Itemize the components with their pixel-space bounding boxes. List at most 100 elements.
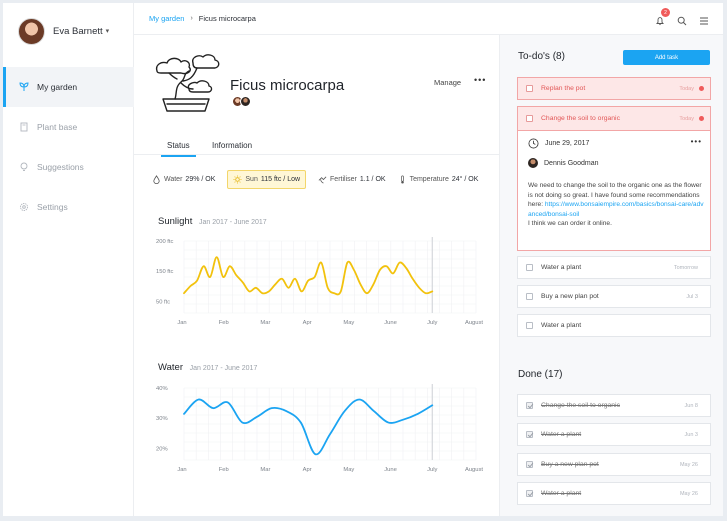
task-detail: June 29, 2017 ••• Dennis Goodman We need… bbox=[517, 131, 711, 251]
user-menu[interactable]: Eva Barnett ▾ bbox=[18, 17, 109, 45]
thermometer-icon bbox=[400, 175, 404, 184]
search-button[interactable] bbox=[677, 13, 687, 26]
todo-item[interactable]: Water a plant Tomorrow bbox=[517, 256, 711, 279]
task-date: Today bbox=[679, 115, 694, 122]
stat-value: 29% / OK bbox=[185, 176, 216, 183]
series-line bbox=[183, 256, 434, 296]
sidebar-nav: My garden Plant base Suggestions Setting… bbox=[3, 67, 134, 227]
stat-value: 1.1 / OK bbox=[359, 176, 386, 183]
add-task-button[interactable]: Add task bbox=[623, 50, 710, 65]
sidebar-item-settings[interactable]: Settings bbox=[3, 187, 134, 227]
chart-subtitle: Jan 2017 - June 2017 bbox=[189, 365, 258, 372]
todo-item[interactable]: Buy a new plan pot Jul 3 bbox=[517, 285, 711, 308]
manage-button[interactable]: Manage bbox=[434, 78, 461, 87]
menu-button[interactable] bbox=[699, 13, 709, 25]
more-options-icon[interactable]: ••• bbox=[474, 75, 486, 85]
task-checkbox-checked[interactable] bbox=[526, 490, 533, 497]
x-tick-label: Mar bbox=[260, 467, 270, 473]
done-item[interactable]: Buy a new plan pot May 26 bbox=[517, 453, 711, 476]
done-item[interactable]: Change the soil to organic Jun 8 bbox=[517, 394, 711, 417]
task-detail-text: We need to change the soil to the organi… bbox=[528, 181, 704, 229]
todo-item[interactable]: Replan the pot Today bbox=[517, 77, 711, 100]
task-checkbox[interactable] bbox=[526, 264, 533, 271]
task-date: Jul 3 bbox=[686, 293, 698, 300]
task-checkbox-checked[interactable] bbox=[526, 431, 533, 438]
task-label: Water a plant bbox=[541, 264, 582, 271]
x-tick-label: Jan bbox=[177, 467, 186, 473]
task-checkbox-checked[interactable] bbox=[526, 402, 533, 409]
water-chart-title: Water Jan 2017 - June 2017 bbox=[158, 362, 257, 373]
page-title: Ficus microcarpa bbox=[230, 77, 345, 94]
task-date: May 26 bbox=[679, 461, 698, 468]
sidebar-item-label: My garden bbox=[37, 82, 78, 92]
sidebar-item-suggestions[interactable]: Suggestions bbox=[3, 147, 134, 187]
task-checkbox[interactable] bbox=[526, 322, 533, 329]
sun-icon bbox=[233, 175, 242, 184]
x-tick-label: Mar bbox=[260, 320, 270, 326]
tab-status[interactable]: Status bbox=[161, 141, 196, 157]
todo-item-expanded[interactable]: Change the soil to organic Today bbox=[517, 106, 711, 131]
owner-avatars bbox=[232, 96, 251, 107]
x-tick-label: May bbox=[343, 320, 354, 326]
task-label: Change the soil to organic bbox=[541, 115, 620, 122]
stat-fertiliser: Fertiliser 1.1 / OK bbox=[318, 175, 386, 184]
top-bar: My garden › Ficus microcarpa 2 bbox=[134, 3, 723, 35]
detail-more-icon[interactable]: ••• bbox=[691, 137, 702, 146]
stat-water: Water 29% / OK bbox=[152, 175, 215, 184]
y-tick-label: 40% bbox=[156, 386, 168, 392]
task-detail-author: Dennis Goodman bbox=[528, 158, 598, 168]
task-checkbox[interactable] bbox=[526, 115, 533, 122]
x-tick-label: July bbox=[427, 320, 437, 326]
x-tick-label: Jan bbox=[177, 320, 186, 326]
notifications-button[interactable]: 2 bbox=[655, 8, 670, 26]
fertiliser-icon bbox=[318, 176, 327, 184]
task-date: Jun 8 bbox=[684, 402, 698, 409]
done-item[interactable]: Water a plant May 26 bbox=[517, 482, 711, 505]
x-tick-label: Feb bbox=[219, 320, 229, 326]
book-icon bbox=[19, 122, 29, 132]
task-detail-date: June 29, 2017 bbox=[528, 138, 589, 149]
detail-text-end: I think we can order it online. bbox=[528, 220, 612, 227]
plant-icon bbox=[19, 82, 29, 92]
stat-label: Sun bbox=[245, 176, 258, 183]
gear-icon bbox=[19, 202, 29, 212]
todo-item[interactable]: Water a plant bbox=[517, 314, 711, 337]
chevron-down-icon: ▾ bbox=[105, 28, 110, 35]
tab-information[interactable]: Information bbox=[212, 141, 252, 150]
tab-bar: Status Information bbox=[134, 135, 500, 157]
task-label: Water a plant bbox=[541, 431, 582, 438]
task-label: Water a plant bbox=[541, 490, 582, 497]
stat-temperature: Temperature 24° / OK bbox=[398, 175, 478, 184]
sidebar-item-plant-base[interactable]: Plant base bbox=[3, 107, 134, 147]
clock-icon bbox=[528, 138, 539, 149]
chart-title: Sunlight bbox=[158, 216, 193, 227]
stat-label: Fertiliser bbox=[330, 176, 357, 183]
x-tick-label: July bbox=[427, 467, 437, 473]
task-checkbox-checked[interactable] bbox=[526, 461, 533, 468]
x-tick-label: August bbox=[465, 320, 483, 326]
x-tick-label: Feb bbox=[219, 467, 229, 473]
screen-background: Eva Barnett ▾ My garden Plant base Sugge… bbox=[0, 0, 727, 521]
task-date: Today bbox=[679, 85, 694, 92]
done-item[interactable]: Water a plant Jun 3 bbox=[517, 423, 711, 446]
x-tick-label: June bbox=[384, 467, 397, 473]
task-checkbox[interactable] bbox=[526, 293, 533, 300]
notification-badge: 2 bbox=[661, 8, 670, 17]
breadcrumb-current: Ficus microcarpa bbox=[198, 14, 256, 23]
chart-title: Water bbox=[158, 362, 183, 373]
sidebar-item-my-garden[interactable]: My garden bbox=[3, 67, 134, 107]
done-title: Done (17) bbox=[518, 369, 563, 380]
stat-label: Water bbox=[164, 176, 183, 183]
stat-sun: Sun 115 ftc / Low bbox=[227, 170, 307, 189]
lightbulb-icon bbox=[19, 162, 29, 172]
breadcrumb-parent-link[interactable]: My garden bbox=[149, 14, 184, 23]
task-checkbox[interactable] bbox=[526, 85, 533, 92]
sunlight-chart-title: Sunlight Jan 2017 - June 2017 bbox=[158, 216, 267, 227]
detail-link[interactable]: https://www.bonsaiempire.com/basics/bons… bbox=[528, 201, 704, 218]
bonsai-illustration bbox=[155, 54, 220, 112]
task-label: Buy a new plan pot bbox=[541, 461, 599, 468]
sidebar-item-label: Settings bbox=[37, 202, 68, 212]
chevron-right-icon: › bbox=[190, 15, 193, 22]
x-tick-label: Apr bbox=[303, 320, 312, 326]
x-tick-label: August bbox=[465, 467, 483, 473]
